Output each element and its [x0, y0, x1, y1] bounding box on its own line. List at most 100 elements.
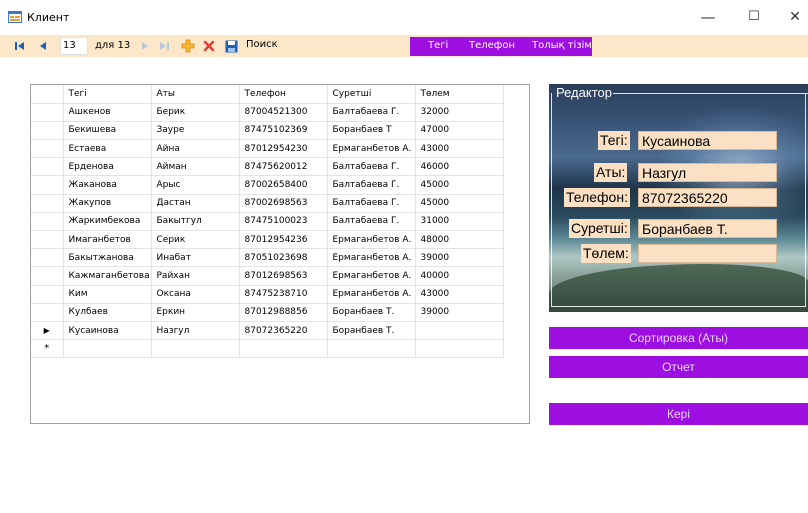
move-first-icon[interactable]: [12, 38, 28, 54]
cell-payment[interactable]: [415, 321, 504, 341]
cell-phone[interactable]: 87002698563: [239, 194, 328, 213]
maximize-button[interactable]: ☐: [739, 6, 769, 28]
table-row[interactable]: Ким Оксана 87475238710 Ермаганбетов А. 43000: [31, 285, 504, 304]
table-row[interactable]: Ерденова Айман 87475620012 Балтабаева Г. 460…: [31, 157, 504, 177]
cell-name[interactable]: Дастан: [151, 194, 240, 213]
cell-payment[interactable]: 31000: [415, 212, 504, 232]
row-header-cell[interactable]: [31, 212, 64, 232]
cell-surname[interactable]: Ерденова: [63, 157, 152, 177]
cell-phone[interactable]: 87475238710: [239, 285, 328, 304]
cell-name[interactable]: [151, 339, 240, 359]
column-header-surname[interactable]: Тегі: [63, 85, 152, 104]
column-header-name[interactable]: Аты: [151, 85, 240, 104]
cell-phone[interactable]: 87004521300: [239, 103, 328, 122]
close-button[interactable]: ✕: [780, 6, 808, 28]
cell-payment[interactable]: 40000: [415, 266, 504, 286]
tab-surname[interactable]: Тегі: [428, 40, 448, 51]
cell-surname[interactable]: Ким: [63, 285, 152, 304]
row-header-cell[interactable]: [31, 248, 64, 268]
cell-phone[interactable]: 87002658400: [239, 175, 328, 195]
cell-artist[interactable]: [327, 339, 416, 359]
cell-surname[interactable]: Кажмаганбетова: [63, 266, 152, 286]
table-row[interactable]: Жаканова Арыс 87002658400 Балтабаева Г. 4500…: [31, 175, 504, 195]
cell-phone[interactable]: 87475102369: [239, 121, 328, 141]
cell-phone[interactable]: 87051023698: [239, 248, 328, 268]
cell-artist[interactable]: Балтабаева Г.: [327, 157, 416, 177]
cell-payment[interactable]: 45000: [415, 175, 504, 195]
cell-payment[interactable]: 46000: [415, 157, 504, 177]
tab-full-list[interactable]: Толық тізім: [532, 40, 592, 51]
row-header-cell[interactable]: [31, 139, 64, 159]
table-row[interactable]: Кажмаганбетова Райхан 87012698563 Ермаганбе…: [31, 266, 504, 286]
cell-phone[interactable]: 87072365220: [239, 321, 328, 341]
cell-surname[interactable]: Бекишева: [63, 121, 152, 141]
cell-payment[interactable]: 47000: [415, 121, 504, 141]
cell-surname[interactable]: Имаганбетов: [63, 230, 152, 250]
cell-name[interactable]: Оксана: [151, 285, 240, 304]
row-header-cell[interactable]: [31, 175, 64, 195]
column-header-artist[interactable]: Суретші: [327, 85, 416, 104]
search-button[interactable]: Поиск: [246, 39, 278, 50]
name-field[interactable]: Назгул: [638, 163, 777, 182]
table-row[interactable]: Естаева Айна 87012954230 Ермаганбетов А. 430…: [31, 139, 504, 159]
cell-name[interactable]: Арыс: [151, 175, 240, 195]
row-header-cell[interactable]: [31, 285, 64, 304]
cell-payment[interactable]: 39000: [415, 303, 504, 322]
cell-payment[interactable]: 32000: [415, 103, 504, 122]
cell-payment[interactable]: 45000: [415, 194, 504, 213]
move-previous-icon[interactable]: [35, 38, 51, 54]
cell-surname[interactable]: Жаркимбекова: [63, 212, 152, 232]
table-row[interactable]: Кулбаев Еркин 87012988856 Боранбаев Т. 39000: [31, 303, 504, 322]
cell-artist[interactable]: Ермаганбетов А.: [327, 248, 416, 268]
cell-name[interactable]: Еркин: [151, 303, 240, 322]
sort-button[interactable]: Сортировка (Аты): [549, 327, 808, 349]
cell-payment[interactable]: [415, 339, 504, 359]
cell-surname[interactable]: Кулбаев: [63, 303, 152, 322]
cell-artist[interactable]: Ермаганбетов А.: [327, 139, 416, 159]
row-header-cell[interactable]: [31, 157, 64, 177]
table-row[interactable]: Бакытжанова Инабат 87051023698 Ермаганбетов…: [31, 248, 504, 268]
new-row[interactable]: *: [31, 339, 504, 359]
clients-grid[interactable]: Тегі Аты Телефон Суретші Төлем Ашкенов Бе…: [30, 84, 530, 424]
cell-surname[interactable]: Кусаинова: [63, 321, 152, 341]
cell-name[interactable]: Инабат: [151, 248, 240, 268]
cell-phone[interactable]: 87012988856: [239, 303, 328, 322]
column-header-phone[interactable]: Телефон: [239, 85, 328, 104]
artist-field[interactable]: Боранбаев Т.: [638, 219, 777, 238]
cell-phone[interactable]: 87012698563: [239, 266, 328, 286]
cell-artist[interactable]: Ермаганбетов А.: [327, 230, 416, 250]
cell-payment[interactable]: 43000: [415, 139, 504, 159]
cell-phone[interactable]: 87475620012: [239, 157, 328, 177]
cell-phone[interactable]: 87012954230: [239, 139, 328, 159]
table-row[interactable]: Жаркимбекова Бакытгул 87475100023 Балтабаев…: [31, 212, 504, 232]
report-button[interactable]: Отчет: [549, 356, 808, 378]
cell-surname[interactable]: Естаева: [63, 139, 152, 159]
move-next-icon[interactable]: [137, 38, 153, 54]
cell-payment[interactable]: 39000: [415, 248, 504, 268]
cell-artist[interactable]: Боранбаев Т.: [327, 303, 416, 322]
cell-surname[interactable]: Ашкенов: [63, 103, 152, 122]
cell-name[interactable]: Райхан: [151, 266, 240, 286]
cell-name[interactable]: Бакытгул: [151, 212, 240, 232]
table-row[interactable]: Жакупов Дастан 87002698563 Балтабаева Г. 450…: [31, 194, 504, 213]
table-row[interactable]: Имаганбетов Серик 87012954236 Ермаганбетов …: [31, 230, 504, 250]
row-header-cell[interactable]: [31, 266, 64, 286]
cell-phone[interactable]: 87012954236: [239, 230, 328, 250]
cell-artist[interactable]: Балтабаева Г.: [327, 175, 416, 195]
cell-phone[interactable]: 87475100023: [239, 212, 328, 232]
row-header-cell[interactable]: [31, 194, 64, 213]
cell-artist[interactable]: Балтабаева Г.: [327, 212, 416, 232]
cell-name[interactable]: Зауре: [151, 121, 240, 141]
row-header-cell[interactable]: ▶: [31, 321, 64, 341]
minimize-button[interactable]: —: [693, 6, 723, 28]
back-button[interactable]: Кері: [549, 403, 808, 425]
row-header-cell[interactable]: [31, 303, 64, 322]
cell-artist[interactable]: Боранбаев Т: [327, 121, 416, 141]
cell-payment[interactable]: 43000: [415, 285, 504, 304]
cell-surname[interactable]: [63, 339, 152, 359]
row-header-cell[interactable]: *: [31, 339, 64, 359]
delete-icon[interactable]: [201, 38, 217, 54]
cell-artist[interactable]: Балтабаева Г.: [327, 194, 416, 213]
tab-phone[interactable]: Телефон: [469, 40, 515, 51]
move-last-icon[interactable]: [156, 38, 172, 54]
